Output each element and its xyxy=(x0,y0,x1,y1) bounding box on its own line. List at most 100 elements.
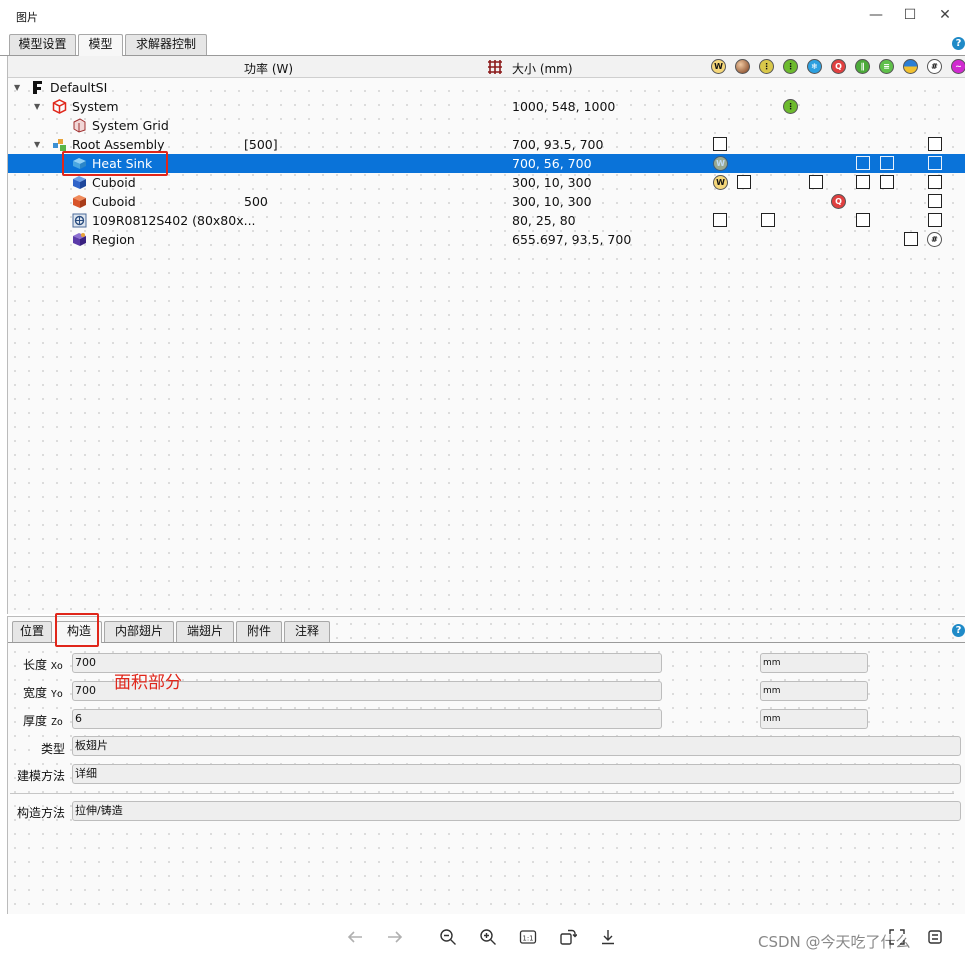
tree-row[interactable]: System Grid xyxy=(8,116,965,135)
maximize-icon[interactable]: ☐ xyxy=(898,4,922,26)
tab-attachments[interactable]: 附件 xyxy=(236,621,282,642)
length-label: 长度 Xo xyxy=(23,658,63,672)
size-value: 1000, 548, 1000 xyxy=(512,99,616,114)
type-select[interactable]: 板翅片 xyxy=(72,736,961,756)
grid-object-icon xyxy=(72,118,87,133)
modeling-method-select[interactable]: 详细 xyxy=(72,764,961,784)
construction-method-select[interactable]: 拉伸/铸造 xyxy=(72,801,961,821)
help-icon[interactable]: ? xyxy=(952,37,965,50)
thickness-label: 厚度 Zo xyxy=(23,714,63,728)
mesh-icon[interactable]: # xyxy=(927,59,942,74)
resistance-icon[interactable]: ⋮ xyxy=(783,99,798,114)
close-icon[interactable]: ✕ xyxy=(933,4,957,26)
tab-model[interactable]: 模型 xyxy=(78,34,123,56)
highlight-box xyxy=(55,613,99,647)
region-icon xyxy=(72,232,87,247)
property-checkbox[interactable] xyxy=(713,137,727,151)
rotate-icon[interactable] xyxy=(559,928,577,946)
mesh-icon[interactable]: # xyxy=(927,232,942,247)
material-icon[interactable] xyxy=(735,59,750,74)
thickness-input[interactable]: 6 xyxy=(72,709,662,729)
power-value: [500] xyxy=(244,137,278,152)
source-icon[interactable]: W xyxy=(713,175,728,190)
help-icon[interactable]: ? xyxy=(952,624,965,637)
tab-model-settings[interactable]: 模型设置 xyxy=(9,34,76,55)
signal-icon[interactable]: ~ xyxy=(951,59,965,74)
property-checkbox[interactable] xyxy=(904,232,918,246)
divider xyxy=(10,793,954,794)
property-checkbox[interactable] xyxy=(928,175,942,189)
tree-row[interactable]: 109R0812S402 (80x80x... 80, 25, 80 xyxy=(8,211,965,230)
tree-item-label: Root Assembly xyxy=(72,137,165,152)
tree-item-label: System xyxy=(72,99,119,114)
property-checkbox[interactable] xyxy=(737,175,751,189)
collapse-arrow-icon[interactable]: ▼ xyxy=(34,102,40,111)
source-icon[interactable]: W xyxy=(711,59,726,74)
width-label: 宽度 Yo xyxy=(23,686,63,700)
tree-item-label: Cuboid xyxy=(92,194,136,209)
property-checkbox[interactable] xyxy=(928,137,942,151)
tree-row[interactable]: Region 655.697, 93.5, 700 # xyxy=(8,230,965,249)
property-checkbox[interactable] xyxy=(928,213,942,227)
property-checkbox[interactable] xyxy=(856,213,870,227)
width-unit-select[interactable]: mm xyxy=(760,681,868,701)
size-value: 300, 10, 300 xyxy=(512,175,592,190)
property-checkbox[interactable] xyxy=(809,175,823,189)
tree-row[interactable]: ▼ System 1000, 548, 1000 ⋮ xyxy=(8,97,965,116)
power-column-header[interactable]: 功率 (W) xyxy=(244,60,293,77)
heat-flux-icon[interactable]: Q xyxy=(831,59,846,74)
tab-solver-control[interactable]: 求解器控制 xyxy=(125,34,207,55)
svg-text:1:1: 1:1 xyxy=(522,935,533,943)
tab-notes[interactable]: 注释 xyxy=(284,621,330,642)
snowflake-icon[interactable]: ❄ xyxy=(807,59,822,74)
conductance-icon[interactable]: ≡ xyxy=(879,59,894,74)
property-checkbox[interactable] xyxy=(856,175,870,189)
fan-icon xyxy=(72,213,87,228)
model-tree: 功率 (W) 大小 (mm) W ⋮ ⋮ ❄ Q ∥ ≡ # ~ ▼ Defau… xyxy=(7,56,965,614)
zoom-out-icon[interactable] xyxy=(439,928,457,946)
more-options-icon[interactable] xyxy=(926,928,944,946)
grid-icon xyxy=(487,59,503,78)
property-checkbox[interactable] xyxy=(761,213,775,227)
cuboid-orange-icon xyxy=(72,194,87,209)
thickness-unit-select[interactable]: mm xyxy=(760,709,868,729)
tree-row[interactable]: ▼ DefaultSI xyxy=(8,78,965,97)
system-cube-icon xyxy=(52,99,67,114)
tab-position[interactable]: 位置 xyxy=(12,621,52,642)
download-icon[interactable] xyxy=(599,928,617,946)
thermal-icon[interactable]: ∥ xyxy=(855,59,870,74)
construction-method-label: 构造方法 xyxy=(17,806,66,820)
units-icon xyxy=(30,80,45,95)
zoom-in-icon[interactable] xyxy=(479,928,497,946)
property-checkbox[interactable] xyxy=(856,156,870,170)
previous-arrow-icon[interactable] xyxy=(346,928,364,946)
tree-item-label: 109R0812S402 (80x80x... xyxy=(92,213,256,228)
source-icon[interactable]: W xyxy=(713,156,728,171)
resistance-icon[interactable]: ⋮ xyxy=(783,59,798,74)
annotation-text: 面积部分 xyxy=(114,673,182,693)
collapse-arrow-icon[interactable]: ▼ xyxy=(34,140,40,149)
size-value: 700, 56, 700 xyxy=(512,156,592,171)
collapse-arrow-icon[interactable]: ▼ xyxy=(14,83,20,92)
tab-internal-fins[interactable]: 内部翅片 xyxy=(104,621,174,642)
actual-size-icon[interactable]: 1:1 xyxy=(519,928,537,946)
property-checkbox[interactable] xyxy=(713,213,727,227)
radiation-icon[interactable]: ⋮ xyxy=(759,59,774,74)
next-arrow-icon[interactable] xyxy=(386,928,404,946)
property-tab-bar: 位置 构造 内部翅片 端翅片 附件 注释 ? xyxy=(8,621,965,643)
heat-flux-icon[interactable]: Q xyxy=(831,194,846,209)
tree-row[interactable]: Cuboid 500 300, 10, 300 Q xyxy=(8,192,965,211)
property-checkbox[interactable] xyxy=(880,175,894,189)
main-tab-bar: 模型设置 模型 求解器控制 ? xyxy=(0,34,965,56)
tab-end-fins[interactable]: 端翅片 xyxy=(176,621,234,642)
property-checkbox[interactable] xyxy=(880,156,894,170)
property-checkbox[interactable] xyxy=(928,194,942,208)
fluid-icon[interactable] xyxy=(903,59,918,74)
minimize-icon[interactable]: — xyxy=(864,4,888,26)
property-checkbox[interactable] xyxy=(928,156,942,170)
tree-header: 功率 (W) 大小 (mm) W ⋮ ⋮ ❄ Q ∥ ≡ # ~ xyxy=(8,56,965,78)
fullscreen-icon[interactable] xyxy=(888,928,906,946)
viewer-toolbar: 1:1 CSDN @今天吃了什么 xyxy=(0,914,965,960)
size-column-header[interactable]: 大小 (mm) xyxy=(512,60,573,77)
length-unit-select[interactable]: mm xyxy=(760,653,868,673)
